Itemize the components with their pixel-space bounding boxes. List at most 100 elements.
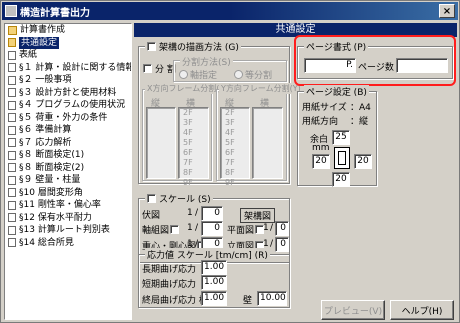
list-item[interactable]: 4F (179, 128, 208, 138)
list-item[interactable]: 9F (221, 178, 249, 188)
document-icon (8, 213, 16, 223)
list-item[interactable]: 3F (221, 118, 249, 128)
list-item[interactable]: 6F (221, 148, 249, 158)
radio-axis-option[interactable]: 軸指定 (179, 68, 217, 81)
ultimate-stress-input[interactable]: 1.00 (201, 291, 227, 306)
tree-item-label: §１ 計算・設計に関する情報 (19, 62, 132, 73)
tree-item-label: §８ 断面検定(2) (19, 162, 85, 173)
wall-label: 壁 (243, 296, 253, 306)
margin-bottom-input[interactable]: 20 (332, 172, 350, 187)
tree-item[interactable]: §９ 壁量・柱量 (5, 174, 131, 187)
x-horizontal-list[interactable]: 2F 3F 4F 5F 6F 7F 8F 9F (178, 107, 209, 187)
frame-draw-group: 架構の描画方法 (G) 分 割 分割方法(S) 軸指定 等分割 X方向フレーム分… (138, 40, 303, 187)
tree-item[interactable]: 共通設定 (5, 36, 131, 49)
list-item[interactable]: 4F (221, 128, 249, 138)
plan-label: 伏図 (142, 211, 161, 221)
tree-item[interactable]: 計算書作成 (5, 24, 131, 37)
split-checkbox[interactable] (143, 64, 152, 73)
list-item[interactable]: 7F (179, 158, 208, 168)
preview-button[interactable]: プレビュー(V) (321, 300, 385, 320)
list-item[interactable]: 5F (221, 138, 249, 148)
help-button[interactable]: ヘルプ(H) (390, 300, 454, 320)
list-item[interactable]: 5F (179, 138, 208, 148)
tree-item[interactable]: §３ 設計方針と使用材料 (5, 87, 131, 100)
app-icon (5, 5, 17, 17)
plan-scale-input[interactable]: 0 (201, 206, 223, 221)
document-icon (8, 200, 16, 210)
split-option[interactable]: 分 割 (143, 62, 176, 75)
document-icon (8, 50, 16, 60)
radio-equal-option[interactable]: 等分割 (234, 68, 272, 81)
flat-scale-input[interactable]: 0 (275, 221, 289, 236)
axis-scale-input[interactable]: 0 (201, 221, 223, 236)
page-setup-group: ページ設定 (B) 用紙サイズ ：A4 用紙方向 ：縦 余白 mm 25 20 … (297, 85, 377, 187)
document-icon (8, 175, 16, 185)
tree-item-label: §13 計算ルート判別表 (19, 225, 110, 235)
frame-draw-title: 架構の描画方法 (G) (159, 43, 239, 53)
list-item[interactable]: 2F (179, 108, 208, 118)
tree-item[interactable]: §１ 計算・設計に関する情報 (5, 62, 131, 75)
y-horizontal-list[interactable] (252, 107, 283, 179)
document-icon (8, 188, 16, 198)
tree-item-label: §６ 準備計算 (19, 125, 72, 135)
short-stress-input[interactable]: 1.00 (201, 275, 227, 290)
margin-left-input[interactable]: 20 (312, 154, 330, 169)
x-frame-group: X方向フレーム分割(X) 縦 横 2F 3F 4F 5F 6F 7F 8F 9F (142, 83, 230, 187)
list-item[interactable]: 6F (179, 148, 208, 158)
tree-item-label: 計算書作成 (20, 25, 66, 35)
tree-item[interactable]: §11 剛性率・偏心率 (5, 199, 131, 212)
tree-item[interactable]: §14 総合所見 (5, 237, 131, 250)
list-item[interactable]: 8F (179, 168, 208, 178)
radio-axis-label: 軸指定 (190, 71, 218, 81)
document-icon (8, 63, 16, 73)
paper-size-label: 用紙サイズ (302, 103, 347, 113)
tree-item[interactable]: 表紙 (5, 49, 131, 62)
list-item[interactable]: 9F (179, 178, 208, 188)
tree-item[interactable]: §６ 準備計算 (5, 124, 131, 137)
close-button[interactable]: × (439, 4, 455, 18)
list-item[interactable]: 8F (221, 168, 249, 178)
margin-right-input[interactable]: 20 (354, 154, 372, 169)
x-vertical-list[interactable] (146, 107, 176, 179)
tree-item[interactable]: §２ 一般事項 (5, 74, 131, 87)
tree-item[interactable]: §13 計算ルート判別表 (5, 224, 131, 237)
document-icon (8, 138, 16, 148)
radio-axis[interactable] (179, 70, 188, 79)
tree-item[interactable]: §８ 断面検定(1) (5, 149, 131, 162)
section-tree[interactable]: 計算書作成 共通設定 表紙 §１ 計算・設計に関する情報 §２ 一般事項 §３ 設計方針と… (4, 23, 132, 320)
radio-equal[interactable] (234, 70, 243, 79)
document-icon (8, 225, 16, 235)
document-icon (8, 88, 16, 98)
list-item[interactable]: 7F (221, 158, 249, 168)
list-item[interactable]: 3F (179, 118, 208, 128)
margin-top-input[interactable]: 25 (332, 130, 350, 145)
tree-item-label: §11 剛性率・偏心率 (19, 200, 101, 210)
document-icon (8, 113, 16, 123)
list-item[interactable]: 2F (221, 108, 249, 118)
axis-slash: / (195, 223, 199, 233)
tree-item-label: §４ プログラムの使用状況 (19, 100, 126, 110)
elev-scale-input[interactable]: 0 (275, 237, 289, 252)
tree-item[interactable]: §７ 応力解析 (5, 137, 131, 150)
highlight-annotation (294, 35, 456, 86)
scale-checkbox[interactable] (147, 194, 156, 203)
wall-stress-input[interactable]: 10.00 (257, 291, 287, 306)
frame-draw-checkbox[interactable] (147, 42, 156, 51)
y-vertical-list[interactable]: 2F 3F 4F 5F 6F 7F 8F 9F (220, 107, 250, 187)
tree-item-label: §３ 設計方針と使用材料 (19, 87, 117, 98)
axis-num: 1 (187, 223, 193, 233)
tree-item[interactable]: §10 層間変形角 (5, 187, 131, 200)
margin-unit: mm (312, 143, 330, 153)
page-setup-title: ページ設定 (B) (304, 85, 369, 98)
tree-item-label: §２ 一般事項 (19, 75, 72, 85)
tree-item[interactable]: §５ 荷重・外力の条件 (5, 112, 131, 125)
page-preview-icon (334, 147, 350, 169)
elev-slash: / (270, 239, 274, 249)
long-stress-input[interactable]: 1.00 (201, 260, 227, 275)
tree-item[interactable]: §８ 断面検定(2) (5, 162, 131, 175)
axis-checkbox[interactable] (170, 225, 180, 234)
tree-item[interactable]: §12 保有水平耐力 (5, 212, 131, 225)
short-label: 短期曲げ応力 (142, 280, 197, 290)
tree-item[interactable]: §４ プログラムの使用状況 (5, 99, 131, 112)
axis-label: 軸組図 (142, 226, 170, 236)
